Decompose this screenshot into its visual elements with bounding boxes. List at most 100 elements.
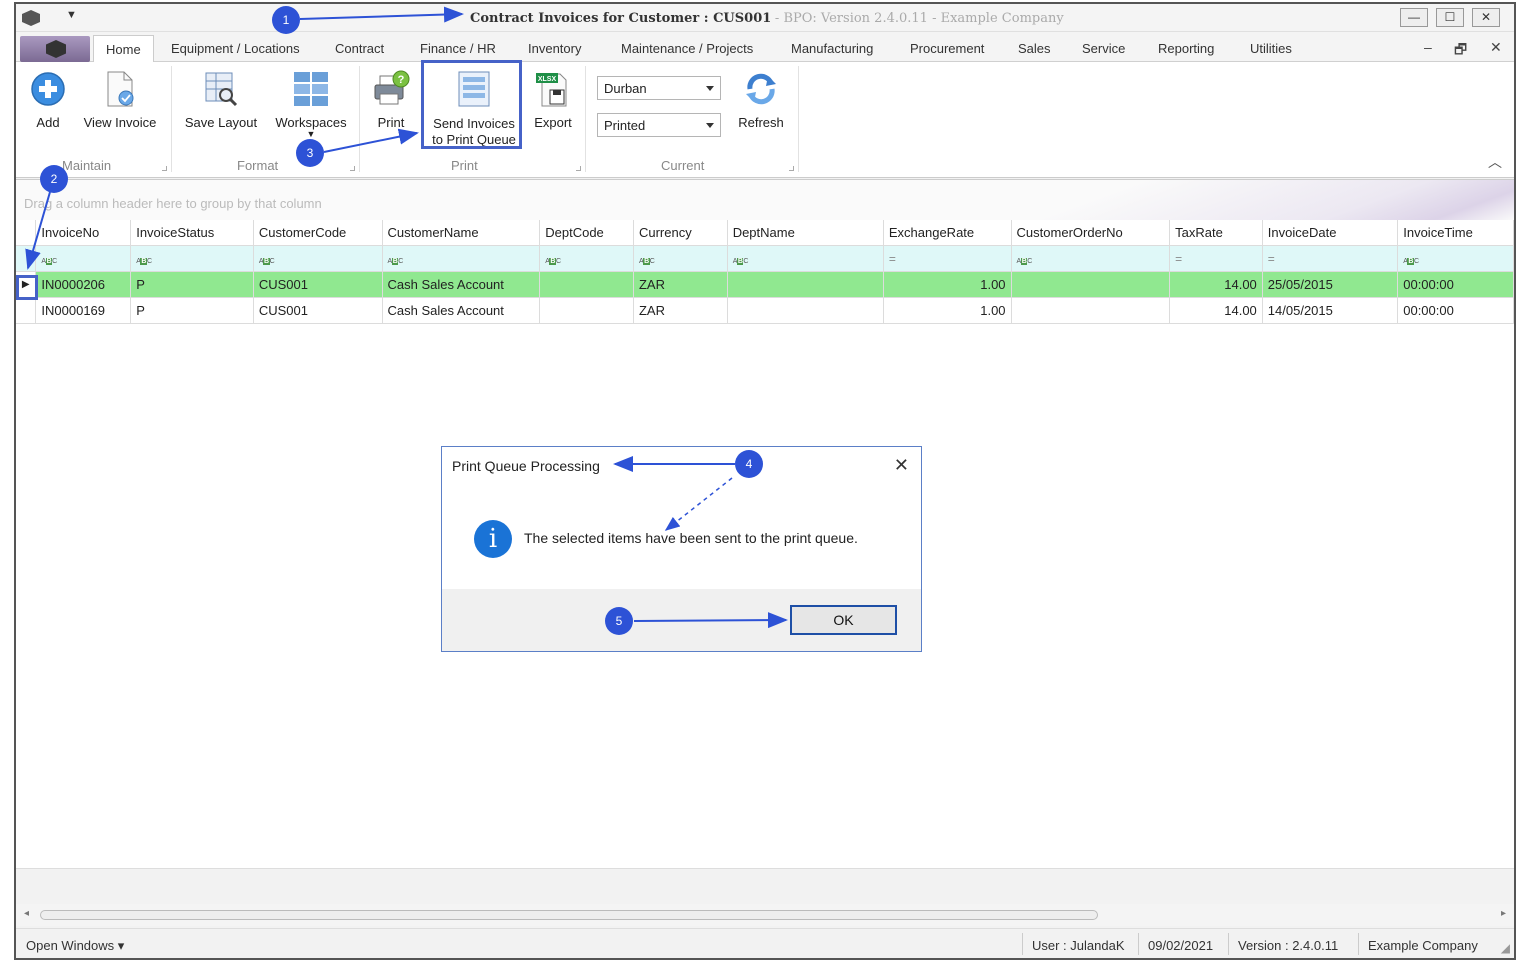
filter-cell[interactable]: ABC xyxy=(382,245,541,272)
tab-equipment-locations[interactable]: Equipment / Locations xyxy=(171,41,300,56)
filter-cell[interactable]: ABC xyxy=(1011,245,1171,272)
app-logo-icon[interactable] xyxy=(22,10,40,26)
cell-currency[interactable]: ZAR xyxy=(633,271,728,298)
filter-cell[interactable]: ABC xyxy=(253,245,383,272)
cell-currency[interactable]: ZAR xyxy=(633,297,728,324)
cell-customercode[interactable]: CUS001 xyxy=(253,297,383,324)
tab-finance-hr[interactable]: Finance / HR xyxy=(420,41,496,56)
add-icon xyxy=(31,72,65,106)
export-badge-text: XLSX xyxy=(538,76,557,83)
cell-invoicedate[interactable]: 14/05/2015 xyxy=(1262,297,1399,324)
group-by-panel[interactable]: Drag a column header here to group by th… xyxy=(16,180,1514,220)
cell-customername[interactable]: Cash Sales Account xyxy=(382,271,541,298)
export-button[interactable]: XLSX Export xyxy=(528,70,578,130)
maximize-button[interactable]: ☐ xyxy=(1436,8,1464,27)
cell-invoicetime[interactable]: 00:00:00 xyxy=(1397,271,1514,298)
tab-manufacturing[interactable]: Manufacturing xyxy=(791,41,873,56)
text-filter-icon: ABC xyxy=(258,257,275,265)
refresh-button[interactable]: Refresh xyxy=(732,70,790,130)
column-header-invoicedate[interactable]: InvoiceDate xyxy=(1262,220,1399,246)
column-header-customerorderno[interactable]: CustomerOrderNo xyxy=(1011,220,1171,246)
cell-customerorderno[interactable] xyxy=(1011,297,1171,324)
filter-cell[interactable]: = xyxy=(1169,245,1263,272)
filter-cell[interactable]: ABC xyxy=(1397,245,1514,272)
filter-cell[interactable]: ABC xyxy=(35,245,132,272)
cell-invoicetime[interactable]: 00:00:00 xyxy=(1397,297,1514,324)
cell-deptcode[interactable] xyxy=(539,297,634,324)
site-combo[interactable]: Durban xyxy=(597,76,721,100)
scroll-right-icon[interactable]: ▸ xyxy=(1501,908,1506,919)
format-dialog-launcher[interactable] xyxy=(350,166,355,171)
cell-deptname[interactable] xyxy=(727,271,884,298)
maintain-dialog-launcher[interactable] xyxy=(162,166,167,171)
filter-cell[interactable]: = xyxy=(1262,245,1399,272)
tab-procurement[interactable]: Procurement xyxy=(910,41,984,56)
open-windows-menu[interactable]: Open Windows ▾ xyxy=(26,938,124,954)
cell-invoicestatus[interactable]: P xyxy=(130,271,254,298)
filter-cell[interactable]: = xyxy=(883,245,1012,272)
current-dialog-launcher[interactable] xyxy=(789,166,794,171)
column-header-invoicestatus[interactable]: InvoiceStatus xyxy=(130,220,254,246)
row-indicator[interactable] xyxy=(16,297,37,324)
column-header-currency[interactable]: Currency xyxy=(633,220,728,246)
cell-invoicestatus[interactable]: P xyxy=(130,297,254,324)
status-combo[interactable]: Printed xyxy=(597,113,721,137)
filter-cell[interactable]: ABC xyxy=(539,245,634,272)
cell-exchangerate[interactable]: 1.00 xyxy=(883,297,1012,324)
tab-service[interactable]: Service xyxy=(1082,41,1125,56)
mdi-restore-button[interactable]: 🗗 xyxy=(1454,39,1467,63)
column-header-invoiceno[interactable]: InvoiceNo xyxy=(35,220,132,246)
cell-invoiceno[interactable]: IN0000169 xyxy=(35,297,132,324)
scroll-left-icon[interactable]: ◂ xyxy=(24,908,29,919)
cell-invoicedate[interactable]: 25/05/2015 xyxy=(1262,271,1399,298)
send-invoices-highlight xyxy=(421,60,522,149)
quick-access-dropdown-icon[interactable]: ▼ xyxy=(66,9,77,21)
tab-utilities[interactable]: Utilities xyxy=(1250,41,1292,56)
mdi-minimize-button[interactable]: – xyxy=(1424,39,1432,55)
tab-reporting[interactable]: Reporting xyxy=(1158,41,1214,56)
horizontal-scrollbar[interactable]: ◂ ▸ xyxy=(16,904,1514,926)
mdi-close-button[interactable]: ✕ xyxy=(1490,39,1502,56)
tab-sales[interactable]: Sales xyxy=(1018,41,1051,56)
cell-customerorderno[interactable] xyxy=(1011,271,1171,298)
scrollbar-thumb[interactable] xyxy=(40,910,1098,920)
cell-customercode[interactable]: CUS001 xyxy=(253,271,383,298)
file-menu-button[interactable] xyxy=(20,36,90,62)
column-header-deptname[interactable]: DeptName xyxy=(727,220,884,246)
filter-cell[interactable]: ABC xyxy=(727,245,884,272)
cell-exchangerate[interactable]: 1.00 xyxy=(883,271,1012,298)
cell-deptname[interactable] xyxy=(727,297,884,324)
collapse-ribbon-icon[interactable]: ︿ xyxy=(1488,152,1502,172)
workspaces-button[interactable]: Workspaces ▼ xyxy=(270,70,352,139)
tab-maintenance-projects[interactable]: Maintenance / Projects xyxy=(621,41,753,56)
tab-contract[interactable]: Contract xyxy=(335,41,384,56)
cell-taxrate[interactable]: 14.00 xyxy=(1169,271,1263,298)
workspaces-icon xyxy=(294,72,328,106)
view-invoice-button[interactable]: View Invoice xyxy=(80,70,160,130)
cell-deptcode[interactable] xyxy=(539,271,634,298)
filter-cell[interactable]: ABC xyxy=(633,245,728,272)
print-dialog-launcher[interactable] xyxy=(576,166,581,171)
resize-grip-icon[interactable]: ◢ xyxy=(1501,941,1510,955)
minimize-button[interactable]: — xyxy=(1400,8,1428,27)
tab-inventory[interactable]: Inventory xyxy=(528,41,581,56)
ok-button[interactable]: OK xyxy=(790,605,897,635)
save-layout-button[interactable]: Save Layout xyxy=(180,70,262,130)
cell-customername[interactable]: Cash Sales Account xyxy=(382,297,541,324)
close-button[interactable]: ✕ xyxy=(1472,8,1500,27)
column-header-exchangerate[interactable]: ExchangeRate xyxy=(883,220,1012,246)
column-header-customername[interactable]: CustomerName xyxy=(382,220,541,246)
print-button[interactable]: ? Print xyxy=(368,70,414,130)
dialog-close-button[interactable]: ✕ xyxy=(894,455,909,476)
cell-invoiceno[interactable]: IN0000206 xyxy=(35,271,132,298)
cell-taxrate[interactable]: 14.00 xyxy=(1169,297,1263,324)
tab-home[interactable]: Home xyxy=(93,35,154,63)
column-header-deptcode[interactable]: DeptCode xyxy=(539,220,634,246)
column-header-taxrate[interactable]: TaxRate xyxy=(1169,220,1263,246)
table-row[interactable]: IN0000169 P CUS001 Cash Sales Account ZA… xyxy=(16,297,1514,324)
column-header-customercode[interactable]: CustomerCode xyxy=(253,220,383,246)
add-button[interactable]: Add xyxy=(24,70,72,130)
table-row[interactable]: ▶ IN0000206 P CUS001 Cash Sales Account … xyxy=(16,271,1514,298)
column-header-invoicetime[interactable]: InvoiceTime xyxy=(1397,220,1514,246)
filter-cell[interactable]: ABC xyxy=(130,245,254,272)
